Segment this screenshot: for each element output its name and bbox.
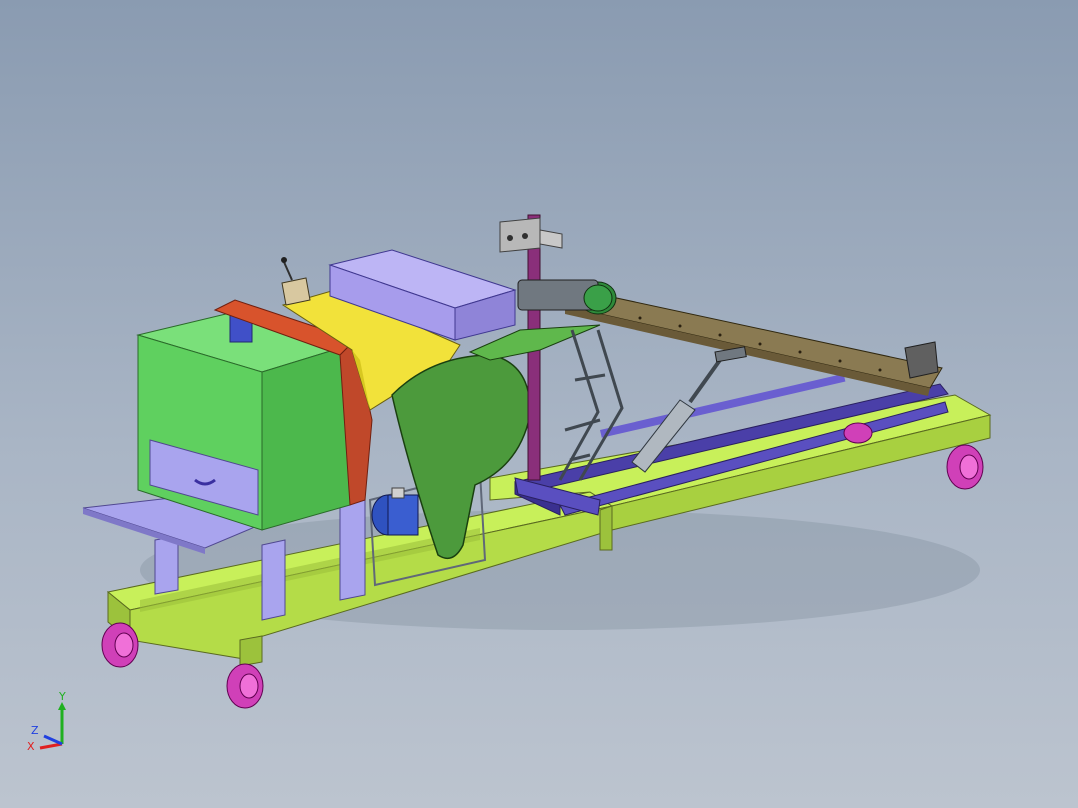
control-button-icon[interactable]: [522, 233, 528, 239]
wheel-rear-right[interactable]: [946, 444, 984, 490]
z-axis-icon: [43, 734, 63, 746]
x-axis-icon: [39, 742, 63, 750]
wheel-front-left[interactable]: [101, 622, 139, 668]
conveyor-beam[interactable]: [564, 287, 943, 396]
coordinate-triad: Y X Z: [22, 686, 82, 756]
control-box[interactable]: [499, 217, 563, 253]
machine-model[interactable]: [0, 0, 1078, 808]
drive-motor[interactable]: [517, 279, 617, 315]
electric-motor[interactable]: [371, 487, 419, 536]
y-axis-label: Y: [58, 690, 66, 703]
wheel-rear-left[interactable]: [843, 422, 873, 444]
cad-viewport[interactable]: Y X Z: [0, 0, 1078, 808]
switch-box[interactable]: [281, 257, 311, 306]
x-axis-label: X: [27, 740, 35, 753]
z-axis-label: Z: [31, 724, 39, 737]
lever-knob-icon[interactable]: [281, 257, 287, 263]
wheel-front-right[interactable]: [226, 663, 264, 709]
control-button-icon[interactable]: [507, 235, 513, 241]
